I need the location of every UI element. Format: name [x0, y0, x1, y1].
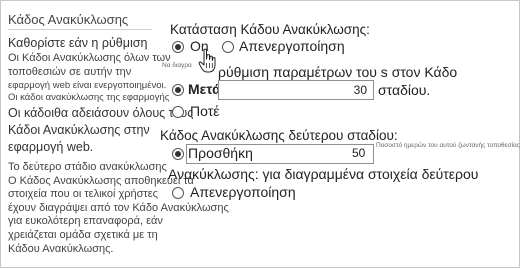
second-stage-off-label[interactable]: Απενεργοποίηση [190, 184, 296, 200]
deletion-description: Οι κάδοι ανακύκλωσης της εφαρμογής Οι κά… [8, 91, 193, 156]
deletion-settings-label: ρύθμιση παραμέτρων του s στον Κάδο [218, 64, 458, 80]
description-line: τοποθεσιών σε αυτήν την [8, 65, 132, 78]
second-stage-description-line: Ανακύκλωσης: για διαγραμμένα στοιχεία δε… [168, 166, 479, 182]
description-line: Κάδου Ανακύκλωσης. [8, 242, 114, 255]
second-stage-note: Ποσοστό ημερών του αυτού ζωντανής τοποθε… [376, 142, 520, 149]
delete-after-label[interactable]: Μετά [188, 81, 221, 97]
status-on-radio[interactable] [172, 41, 184, 53]
delete-after-days-input[interactable]: 30 [218, 80, 374, 100]
description-line: Οι Κάδοι Ανακύκλωσης όλων των [8, 52, 171, 64]
hand-cursor-icon [198, 48, 216, 73]
section-title: Κάδος Ανακύκλωσης [8, 12, 129, 27]
description-line: Οι κάδοιθα αδειάσουν όλους τους [8, 105, 194, 120]
description-line: για ευκολότερη επαναφορά, εάν [8, 215, 163, 228]
status-off-radio[interactable] [222, 41, 234, 53]
description-line: έχουν διαγράψει από τον Κάδο Ανακύκλωσης [8, 201, 229, 214]
second-stage-add-radio[interactable] [172, 148, 184, 160]
stage-suffix: σταδίου. [378, 82, 431, 98]
tooltip-fragment: Να διαγρα [162, 62, 192, 69]
description-line: Καθορίστε εάν η ρύθμιση [8, 36, 148, 50]
status-label: Κατάσταση Κάδου Ανακύκλωσης: [170, 22, 370, 37]
description-line: Οι κάδοι ανακύκλωσης της εφαρμογής [8, 92, 170, 103]
second-stage-percent-input[interactable] [186, 144, 374, 164]
second-stage-percent-value: 50 [352, 146, 366, 160]
status-off-label[interactable]: Απενεργοποίηση [239, 38, 345, 54]
never-delete-radio[interactable] [172, 106, 184, 118]
never-delete-label[interactable]: Ποτέ [190, 103, 219, 119]
description-line: χρειάζεται ομάδα σχετικά με τη [8, 228, 158, 241]
second-stage-label: Κάδος Ανακύκλωσης δεύτερου σταδίου: [160, 128, 398, 143]
section-divider [8, 29, 152, 30]
delete-after-radio[interactable] [172, 84, 184, 96]
status-description: Καθορίστε εάν η ρύθμιση Οι Κάδοι Ανακύκλ… [8, 35, 171, 93]
second-stage-off-radio[interactable] [172, 187, 184, 199]
